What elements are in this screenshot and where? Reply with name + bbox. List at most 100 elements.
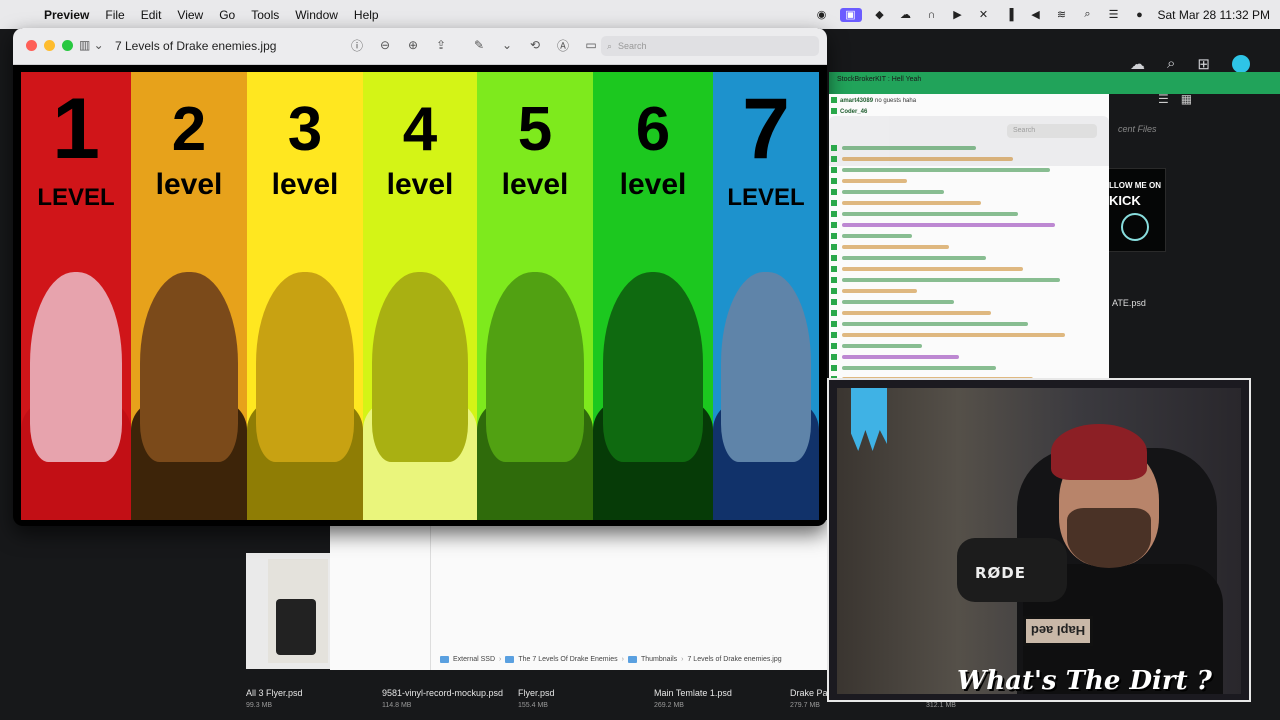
chat-blurred-text [842,267,1023,272]
path-separator: › [499,655,502,663]
chat-highlight-bar: StockBrokerKIT : Hell Yeah [829,72,1280,94]
chat-top-line: StockBrokerKIT : Hell Yeah [837,76,922,83]
chat-badge-icon [831,97,837,104]
siri-icon[interactable]: ● [1132,8,1148,22]
flyer-thumbnail[interactable] [246,553,330,669]
menu-edit[interactable]: Edit [133,8,170,22]
file-name[interactable]: 9581-vinyl-record-mockup.psd [382,688,503,698]
chat-badge-icon [831,200,837,207]
signature-icon[interactable]: ▭ [583,37,599,53]
show-title: What's The Dirt ? [957,666,1212,696]
zoom-window-button[interactable] [62,40,73,51]
menu-clock[interactable]: Sat Mar 28 11:32 PM [1158,8,1271,22]
file-name[interactable]: All 3 Flyer.psd [246,688,303,698]
gauge-icon[interactable]: ◉ [814,8,830,22]
level-column-3: 3 level [247,72,363,520]
chat-blurred-text [842,157,1013,162]
file-name[interactable]: Flyer.psd [518,688,555,698]
play-icon[interactable]: ▶ [950,8,966,22]
menu-help[interactable]: Help [346,8,387,22]
person-face [602,272,704,462]
avatar[interactable] [1231,55,1250,73]
menu-file[interactable]: File [97,8,132,22]
search-field[interactable]: ⌕ Search [601,36,819,56]
chat-message [831,177,1107,188]
file-size: 269.2 MB [654,702,684,709]
panel-icon[interactable]: ▐ [1002,8,1018,22]
chat-badge-icon [831,321,837,328]
level-column-1: 1 LEVEL [21,72,131,520]
menu-app-name[interactable]: Preview [36,8,97,22]
rotate-icon[interactable]: ⟲ [527,37,543,53]
mic-sticker: Hapl aed [1023,616,1093,646]
chat-blurred-text [842,234,912,239]
menu-window[interactable]: Window [287,8,346,22]
level-number: 3 [287,95,323,164]
menu-view[interactable]: View [169,8,211,22]
control-center-icon[interactable]: ☰ [1106,8,1122,22]
list-view-icon[interactable]: ☰ [1158,92,1169,106]
zoom-out-icon[interactable]: ⊖ [377,37,393,53]
sidebar-toggle-icon[interactable]: ▥ ⌄ [79,38,104,52]
level-label: LEVEL [727,184,805,211]
icloud-icon[interactable]: ☁ [1130,55,1145,73]
volume-icon[interactable]: ◀ [1028,8,1044,22]
screen-share-icon[interactable]: ▣ [839,7,862,22]
finder-window [330,520,827,670]
grid-view-icon[interactable]: ▦ [1181,92,1192,106]
chat-message [831,331,1107,342]
zoom-in-icon[interactable]: ⊕ [405,37,421,53]
flyer-photo [276,599,316,655]
menu-bar: Preview File Edit View Go Tools Window H… [0,0,1280,29]
dropbox-icon[interactable]: ◆ [872,8,888,22]
chat-blurred-text [842,201,981,206]
cloud-icon[interactable]: ☁ [898,8,914,22]
share-icon[interactable]: ⇪ [433,37,449,53]
path-item-project[interactable]: The 7 Levels Of Drake Enemies [518,656,617,663]
level-label: level [271,168,339,201]
search-icon[interactable]: ⌕ [1080,8,1096,22]
finder-splitter[interactable] [430,520,431,670]
close-x-icon[interactable]: ✕ [976,8,992,22]
annotate-icon[interactable]: Ⓐ [555,37,571,53]
chat-blurred-text [842,146,976,151]
chat-badge-icon [831,354,837,361]
file-name[interactable]: Main Temlate 1.psd [654,688,732,698]
search-placeholder: Search [618,41,647,51]
chat-blurred-text [842,245,949,250]
chat-badge-icon [831,255,837,262]
info-icon[interactable]: ⓘ [349,37,365,53]
menu-go[interactable]: Go [211,8,243,22]
path-item-file[interactable]: 7 Levels of Drake enemies.jpg [687,656,781,663]
path-separator: › [621,655,624,663]
path-item-drive[interactable]: External SSD [453,656,495,663]
minimize-window-button[interactable] [44,40,55,51]
chat-username: Coder_46 [840,109,868,115]
headphones-icon[interactable]: ∩ [924,8,940,22]
preview-toolbar: ⓘ ⊖ ⊕ ⇪ ✎ ⌄ ⟲ Ⓐ ▭ [349,37,599,53]
thumb-logo-icon [1121,213,1149,241]
person-face [29,272,123,462]
level-number: 4 [402,95,438,164]
chat-message: amart43089 no guests haha [831,96,1107,107]
wifi-icon[interactable]: ≋ [1054,8,1070,22]
mic-brand: RØDE [975,564,1026,582]
finder-toolbar: ☁ ⌕ ⊞ [1130,55,1250,73]
chat-message [831,232,1107,243]
menu-tools[interactable]: Tools [243,8,287,22]
markup-menu-icon[interactable]: ⌄ [499,37,515,53]
markup-icon[interactable]: ✎ [471,37,487,53]
path-item-thumbnails[interactable]: Thumbnails [641,656,677,663]
chat-lines: amart43089 no guests haha Coder_46 [831,96,1107,379]
chat-message [831,320,1107,331]
gift-icon[interactable]: ⊞ [1197,55,1210,73]
webcam-feed: RØDE Hapl aed What's The Dirt ? [827,378,1251,702]
finder-search-icon[interactable]: ⌕ [1167,55,1175,73]
chat-blurred-text [842,168,1050,173]
close-window-button[interactable] [26,40,37,51]
chat-blurred-text [842,322,1028,327]
flyer-preview [268,559,328,663]
chat-message [831,221,1107,232]
chat-message [831,155,1107,166]
person-face [140,272,238,462]
